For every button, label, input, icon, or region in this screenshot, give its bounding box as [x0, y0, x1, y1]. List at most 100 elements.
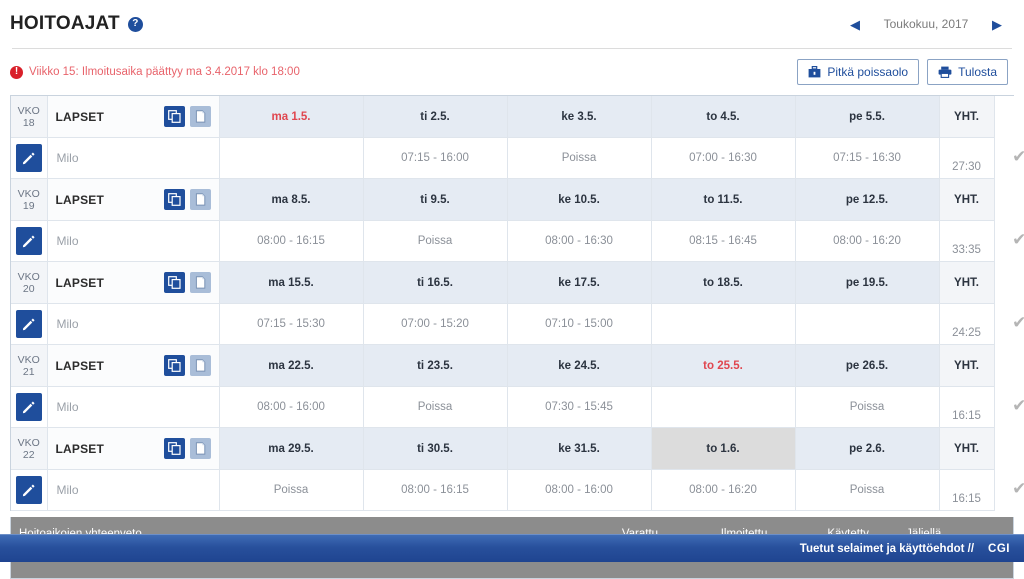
- paste-icon[interactable]: [190, 189, 211, 210]
- week-number-label: 22: [11, 449, 47, 461]
- day-header-cell[interactable]: pe 19.5.: [795, 262, 939, 304]
- confirmed-cell: ✔: [994, 387, 1024, 428]
- paste-icon[interactable]: [190, 438, 211, 459]
- care-time-cell[interactable]: 08:00 - 16:15: [363, 470, 507, 511]
- care-time-cell[interactable]: 08:00 - 16:30: [507, 221, 651, 262]
- day-header-cell[interactable]: ti 16.5.: [363, 262, 507, 304]
- pencil-icon[interactable]: [16, 310, 42, 338]
- copy-icon[interactable]: [164, 438, 185, 459]
- care-time-cell[interactable]: 07:10 - 15:00: [507, 304, 651, 345]
- total-header-cell: YHT.: [939, 428, 994, 470]
- care-time-cell[interactable]: Poissa: [363, 221, 507, 262]
- row-action-buttons: [164, 355, 211, 376]
- care-time-cell[interactable]: [651, 387, 795, 428]
- day-header-cell[interactable]: ke 31.5.: [507, 428, 651, 470]
- copy-icon[interactable]: [164, 272, 185, 293]
- care-time-cell[interactable]: Poissa: [795, 470, 939, 511]
- day-header-cell[interactable]: to 4.5.: [651, 96, 795, 138]
- day-header-cell[interactable]: ma 22.5.: [219, 345, 363, 387]
- pencil-icon[interactable]: [16, 393, 42, 421]
- week-header-row: VKO20LAPSETma 15.5.ti 16.5.ke 17.5.to 18…: [11, 262, 1024, 304]
- footer-terms-link[interactable]: Tuetut selaimet ja käyttöehdot //: [800, 543, 974, 555]
- care-time-cell[interactable]: 07:15 - 16:00: [363, 138, 507, 179]
- prev-month-icon[interactable]: ◀: [850, 18, 860, 31]
- day-header-cell[interactable]: to 11.5.: [651, 179, 795, 221]
- day-header-cell[interactable]: ke 17.5.: [507, 262, 651, 304]
- day-header-cell[interactable]: to 1.6.: [651, 428, 795, 470]
- paste-icon[interactable]: [190, 106, 211, 127]
- next-month-icon[interactable]: ▶: [992, 18, 1002, 31]
- care-time-cell[interactable]: 08:00 - 16:00: [219, 387, 363, 428]
- day-header-cell[interactable]: pe 12.5.: [795, 179, 939, 221]
- care-time-cell[interactable]: 08:15 - 16:45: [651, 221, 795, 262]
- week-total-cell: 24:25: [939, 304, 994, 345]
- day-header-cell[interactable]: ke 10.5.: [507, 179, 651, 221]
- week-header-row: VKO19LAPSETma 8.5.ti 9.5.ke 10.5.to 11.5…: [11, 179, 1024, 221]
- day-header-cell[interactable]: pe 5.5.: [795, 96, 939, 138]
- day-header-cell[interactable]: to 18.5.: [651, 262, 795, 304]
- confirm-header-cell: [994, 179, 1024, 221]
- help-icon[interactable]: ?: [128, 17, 143, 32]
- week-total-cell: 27:30: [939, 138, 994, 179]
- day-header-cell[interactable]: ma 15.5.: [219, 262, 363, 304]
- care-time-cell[interactable]: 07:15 - 16:30: [795, 138, 939, 179]
- care-time-cell[interactable]: Poissa: [507, 138, 651, 179]
- check-icon: ✔: [995, 231, 1024, 248]
- total-header-cell: YHT.: [939, 96, 994, 138]
- copy-icon[interactable]: [164, 355, 185, 376]
- day-header-cell[interactable]: pe 2.6.: [795, 428, 939, 470]
- day-header-cell[interactable]: ti 30.5.: [363, 428, 507, 470]
- week-number-cell: VKO20: [11, 262, 47, 304]
- week-total-cell: 16:15: [939, 387, 994, 428]
- confirmed-cell: ✔: [994, 138, 1024, 179]
- long-absence-button[interactable]: Pitkä poissaolo: [797, 59, 919, 85]
- pencil-icon[interactable]: [16, 227, 42, 255]
- group-label: LAPSET: [56, 193, 105, 207]
- confirmed-cell: ✔: [994, 470, 1024, 511]
- copy-icon[interactable]: [164, 106, 185, 127]
- day-header-cell[interactable]: pe 26.5.: [795, 345, 939, 387]
- care-time-cell[interactable]: 07:30 - 15:45: [507, 387, 651, 428]
- paste-icon[interactable]: [190, 355, 211, 376]
- day-header-cell[interactable]: ma 8.5.: [219, 179, 363, 221]
- care-time-cell[interactable]: Poissa: [219, 470, 363, 511]
- toolbar: ! Viikko 15: Ilmoitusaika päättyy ma 3.4…: [0, 49, 1024, 95]
- care-time-cell[interactable]: 08:00 - 16:00: [507, 470, 651, 511]
- table-row: MiloPoissa08:00 - 16:1508:00 - 16:0008:0…: [11, 470, 1024, 511]
- day-header-cell[interactable]: ke 3.5.: [507, 96, 651, 138]
- day-header-cell[interactable]: ti 23.5.: [363, 345, 507, 387]
- toolbar-buttons: Pitkä poissaolo Tulosta: [797, 59, 1008, 85]
- page-header: HOITOAJAT ? ◀ Toukokuu, 2017 ▶: [0, 0, 1024, 48]
- day-header-cell[interactable]: ti 9.5.: [363, 179, 507, 221]
- care-time-cell[interactable]: 07:00 - 16:30: [651, 138, 795, 179]
- week-prefix-label: VKO: [11, 437, 47, 449]
- edit-cell: [11, 221, 47, 262]
- paste-icon[interactable]: [190, 272, 211, 293]
- care-time-cell[interactable]: 08:00 - 16:20: [651, 470, 795, 511]
- week-total-cell: 16:15: [939, 470, 994, 511]
- briefcase-icon: [808, 66, 821, 78]
- care-time-cell[interactable]: 08:00 - 16:15: [219, 221, 363, 262]
- week-number-cell: VKO21: [11, 345, 47, 387]
- day-header-cell[interactable]: ke 24.5.: [507, 345, 651, 387]
- day-header-cell[interactable]: ti 2.5.: [363, 96, 507, 138]
- care-time-cell[interactable]: 07:00 - 15:20: [363, 304, 507, 345]
- pencil-icon[interactable]: [16, 144, 42, 172]
- care-time-cell[interactable]: Poissa: [795, 387, 939, 428]
- day-header-cell[interactable]: ma 29.5.: [219, 428, 363, 470]
- care-time-cell[interactable]: [219, 138, 363, 179]
- care-time-cell[interactable]: Poissa: [363, 387, 507, 428]
- current-month-label: Toukokuu, 2017: [874, 17, 978, 31]
- care-time-cell[interactable]: 08:00 - 16:20: [795, 221, 939, 262]
- confirmed-cell: ✔: [994, 221, 1024, 262]
- print-button[interactable]: Tulosta: [927, 59, 1008, 85]
- pencil-icon[interactable]: [16, 476, 42, 504]
- day-header-cell[interactable]: ma 1.5.: [219, 96, 363, 138]
- day-header-cell[interactable]: to 25.5.: [651, 345, 795, 387]
- week-number-label: 20: [11, 283, 47, 295]
- care-time-cell[interactable]: 07:15 - 15:30: [219, 304, 363, 345]
- row-action-buttons: [164, 189, 211, 210]
- copy-icon[interactable]: [164, 189, 185, 210]
- care-time-cell[interactable]: [795, 304, 939, 345]
- care-time-cell[interactable]: [651, 304, 795, 345]
